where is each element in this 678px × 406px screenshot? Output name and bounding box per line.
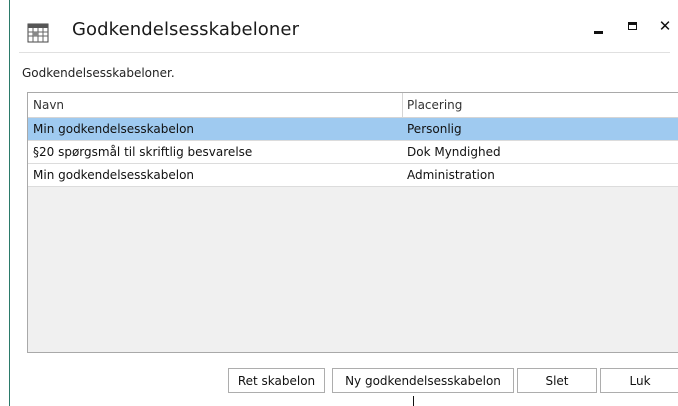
new-template-button[interactable]: Ny godkendelsesskabelon — [332, 368, 514, 393]
window-title: Godkendelsesskabeloner — [72, 19, 300, 40]
cell-navn: Min godkendelsesskabelon — [28, 164, 403, 186]
cell-placering: Dok Myndighed — [407, 145, 501, 159]
column-header-placering[interactable]: Placering — [403, 93, 678, 117]
column-header-navn[interactable]: Navn — [28, 93, 403, 117]
calendar-grid-icon — [27, 23, 49, 43]
maximize-icon — [627, 22, 637, 30]
minimize-icon — [593, 30, 603, 34]
templates-grid[interactable]: Navn Placering Min godkendelsesskabelon … — [27, 92, 678, 353]
minimize-button[interactable] — [584, 14, 612, 42]
delete-button[interactable]: Slet — [517, 368, 597, 393]
cell-navn: §20 spørgsmål til skriftlig besvarelse — [28, 141, 403, 163]
maximize-button[interactable] — [618, 14, 646, 42]
description-text: Godkendelsesskabeloner. — [22, 66, 175, 80]
edit-template-button[interactable]: Ret skabelon — [228, 368, 325, 393]
title-bar[interactable]: Godkendelsesskabeloner ✕ — [10, 0, 678, 52]
cell-placering: Administration — [407, 168, 495, 182]
table-row[interactable]: Min godkendelsesskabelon Administration — [28, 164, 678, 187]
grid-header: Navn Placering — [28, 93, 678, 118]
close-dialog-button[interactable]: Luk — [600, 368, 678, 393]
close-icon: ✕ — [658, 16, 672, 35]
table-row[interactable]: §20 spørgsmål til skriftlig besvarelse D… — [28, 141, 678, 164]
title-divider — [19, 52, 670, 53]
cell-navn: Min godkendelsesskabelon — [28, 118, 403, 140]
table-row[interactable]: Min godkendelsesskabelon Personlig — [28, 118, 678, 141]
close-button[interactable]: ✕ — [651, 14, 678, 42]
text-cursor — [413, 396, 414, 406]
dialog-window: Godkendelsesskabeloner ✕ Godkendelsesska… — [9, 0, 678, 406]
cell-placering: Personlig — [407, 122, 462, 136]
